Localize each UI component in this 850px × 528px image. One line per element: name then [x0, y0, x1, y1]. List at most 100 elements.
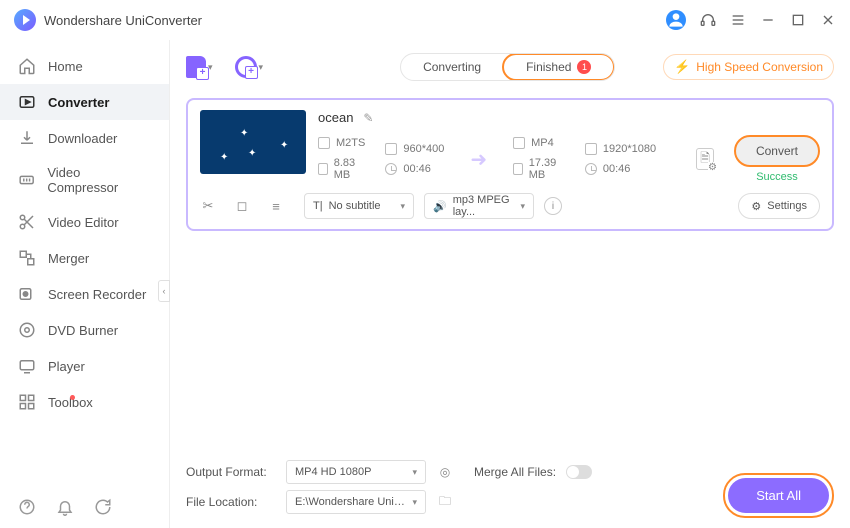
- output-preset-button[interactable]: 🗎: [696, 148, 714, 170]
- tab-finished[interactable]: Finished 1: [502, 53, 615, 81]
- count-badge: 1: [577, 60, 591, 74]
- disc-icon: [18, 321, 36, 339]
- tab-label: Finished: [526, 60, 571, 74]
- sidebar-item-label: DVD Burner: [48, 323, 118, 338]
- sidebar-item-toolbox[interactable]: Toolbox: [0, 384, 169, 420]
- converter-icon: [18, 93, 36, 111]
- sidebar-item-player[interactable]: Player: [0, 348, 169, 384]
- tab-label: Converting: [423, 60, 481, 74]
- add-file-button[interactable]: ▾: [186, 56, 213, 78]
- output-format-label: Output Format:: [186, 465, 276, 479]
- size-icon: [318, 163, 328, 175]
- user-avatar-icon[interactable]: [666, 10, 686, 30]
- sidebar-item-label: Video Compressor: [47, 165, 151, 195]
- maximize-icon[interactable]: [790, 12, 806, 28]
- file-plus-icon: [186, 56, 206, 78]
- merger-icon: [18, 249, 36, 267]
- output-format-dropdown[interactable]: MP4 HD 1080P▾: [286, 460, 426, 484]
- file-card: ✦✦✦✦ ocean✎ M2TS 8.83 MB 960*400 00:46 ➜: [186, 98, 834, 231]
- arrow-right-icon: ➜: [464, 147, 493, 172]
- tab-converting[interactable]: Converting: [401, 54, 503, 80]
- recorder-icon: [18, 285, 36, 303]
- sidebar-item-label: Home: [48, 59, 83, 74]
- high-speed-label: High Speed Conversion: [696, 60, 823, 74]
- edit-icon[interactable]: ✎: [363, 111, 373, 125]
- more-icon[interactable]: ≡: [268, 198, 284, 214]
- resolution-icon: [585, 143, 597, 155]
- dst-format: MP4: [531, 137, 554, 149]
- subtitle-dropdown[interactable]: T|No subtitle▾: [304, 193, 414, 219]
- dst-size: 17.39 MB: [529, 157, 565, 181]
- minimize-icon[interactable]: [760, 12, 776, 28]
- settings-button[interactable]: ⚙ Settings: [738, 193, 820, 219]
- download-icon: [18, 129, 36, 147]
- sidebar-item-label: Player: [48, 359, 85, 374]
- notification-dot: [70, 395, 75, 400]
- gpu-icon[interactable]: ◎: [436, 463, 454, 481]
- compressor-icon: [18, 171, 35, 189]
- home-icon: [18, 57, 36, 75]
- gear-icon: ⚙: [751, 200, 761, 213]
- format-icon: [318, 137, 330, 149]
- sidebar-item-label: Merger: [48, 251, 89, 266]
- sidebar-item-compressor[interactable]: Video Compressor: [0, 156, 169, 204]
- info-icon[interactable]: i: [544, 197, 562, 215]
- merge-toggle[interactable]: [566, 465, 592, 479]
- tab-switcher: Converting Finished 1: [400, 53, 615, 81]
- subtitle-value: No subtitle: [329, 200, 381, 212]
- help-icon[interactable]: [18, 498, 36, 516]
- output-format-value: MP4 HD 1080P: [295, 466, 371, 478]
- file-location-label: File Location:: [186, 495, 276, 509]
- open-folder-icon[interactable]: 🗀: [436, 493, 454, 511]
- video-thumbnail[interactable]: ✦✦✦✦: [200, 110, 306, 174]
- collapse-sidebar-button[interactable]: ‹: [158, 280, 170, 302]
- trim-icon[interactable]: ✂: [200, 198, 216, 214]
- audio-value: mp3 MPEG lay...: [453, 194, 515, 218]
- add-disc-button[interactable]: ▾: [235, 56, 264, 78]
- src-format: M2TS: [336, 137, 365, 149]
- close-icon[interactable]: [820, 12, 836, 28]
- convert-button[interactable]: Convert: [734, 135, 820, 167]
- crop-icon[interactable]: ◻: [234, 198, 250, 214]
- app-title: Wondershare UniConverter: [44, 13, 666, 28]
- app-logo: [14, 9, 36, 31]
- title-bar: Wondershare UniConverter: [0, 0, 850, 40]
- start-all-highlight: Start All: [723, 473, 834, 518]
- scissors-icon: [18, 213, 36, 231]
- sidebar: Home Converter Downloader Video Compress…: [0, 40, 170, 528]
- toolbox-icon: [18, 393, 36, 411]
- sidebar-item-downloader[interactable]: Downloader: [0, 120, 169, 156]
- sidebar-item-dvd[interactable]: DVD Burner: [0, 312, 169, 348]
- sidebar-item-converter[interactable]: Converter: [0, 84, 169, 120]
- file-location-dropdown[interactable]: E:\Wondershare UniConverter▾: [286, 490, 426, 514]
- settings-label: Settings: [767, 200, 807, 212]
- high-speed-button[interactable]: ⚡ High Speed Conversion: [663, 54, 834, 80]
- sidebar-item-label: Screen Recorder: [48, 287, 146, 302]
- src-res: 960*400: [403, 143, 444, 155]
- sidebar-item-merger[interactable]: Merger: [0, 240, 169, 276]
- headset-icon[interactable]: [700, 12, 716, 28]
- start-all-button[interactable]: Start All: [728, 478, 829, 513]
- dst-res: 1920*1080: [603, 143, 656, 155]
- resolution-icon: [385, 143, 397, 155]
- file-location-value: E:\Wondershare UniConverter: [295, 496, 412, 508]
- clock-icon: [385, 163, 397, 175]
- audio-dropdown[interactable]: 🔊mp3 MPEG lay...▾: [424, 193, 534, 219]
- size-icon: [513, 163, 523, 175]
- file-name: ocean: [318, 110, 353, 125]
- dst-dur: 00:46: [603, 163, 631, 175]
- sidebar-item-recorder[interactable]: Screen Recorder: [0, 276, 169, 312]
- menu-icon[interactable]: [730, 12, 746, 28]
- bell-icon[interactable]: [56, 498, 74, 516]
- disc-plus-icon: [235, 56, 257, 78]
- toolbar: ▾ ▾ Converting Finished 1 ⚡ High Speed Con…: [186, 50, 834, 84]
- src-dur: 00:46: [403, 163, 431, 175]
- sidebar-item-editor[interactable]: Video Editor: [0, 204, 169, 240]
- sidebar-item-label: Converter: [48, 95, 109, 110]
- sidebar-item-label: Downloader: [48, 131, 117, 146]
- bolt-icon: ⚡: [674, 59, 690, 75]
- sidebar-item-home[interactable]: Home: [0, 48, 169, 84]
- main-panel: ▾ ▾ Converting Finished 1 ⚡ High Speed Con…: [170, 40, 850, 528]
- chevron-down-icon: ▾: [259, 62, 264, 73]
- feedback-icon[interactable]: [94, 498, 112, 516]
